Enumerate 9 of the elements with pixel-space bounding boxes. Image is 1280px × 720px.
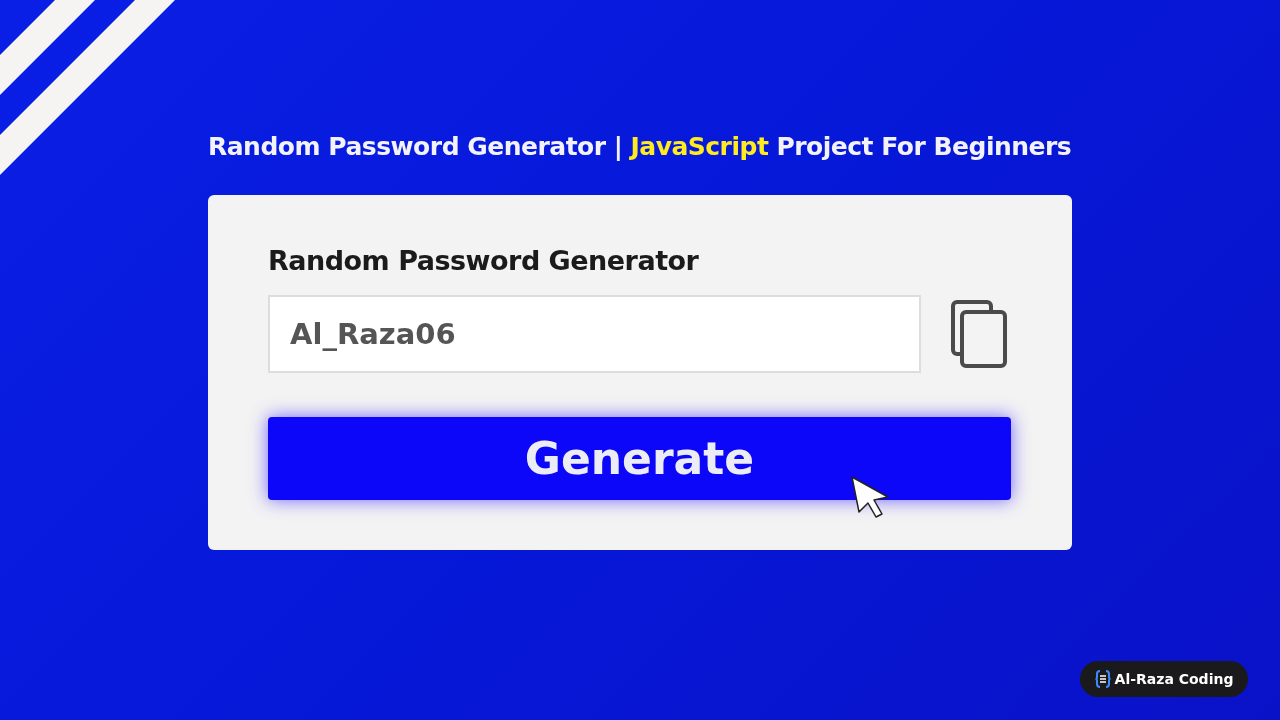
highlighted-headline-word: JavaScript — [630, 131, 769, 163]
headline-text: Random Password Generator | — [208, 131, 623, 163]
cursor-icon — [850, 475, 892, 519]
generate-button[interactable]: Generate — [268, 417, 1011, 500]
code-brackets-icon — [1094, 670, 1111, 688]
password-field[interactable]: Al_Raza06 — [268, 295, 921, 373]
card-title: Random Password Generator — [268, 244, 699, 278]
headline-text: Project For Beginners — [776, 131, 1072, 163]
channel-name: Al-Raza Coding — [1114, 671, 1234, 687]
